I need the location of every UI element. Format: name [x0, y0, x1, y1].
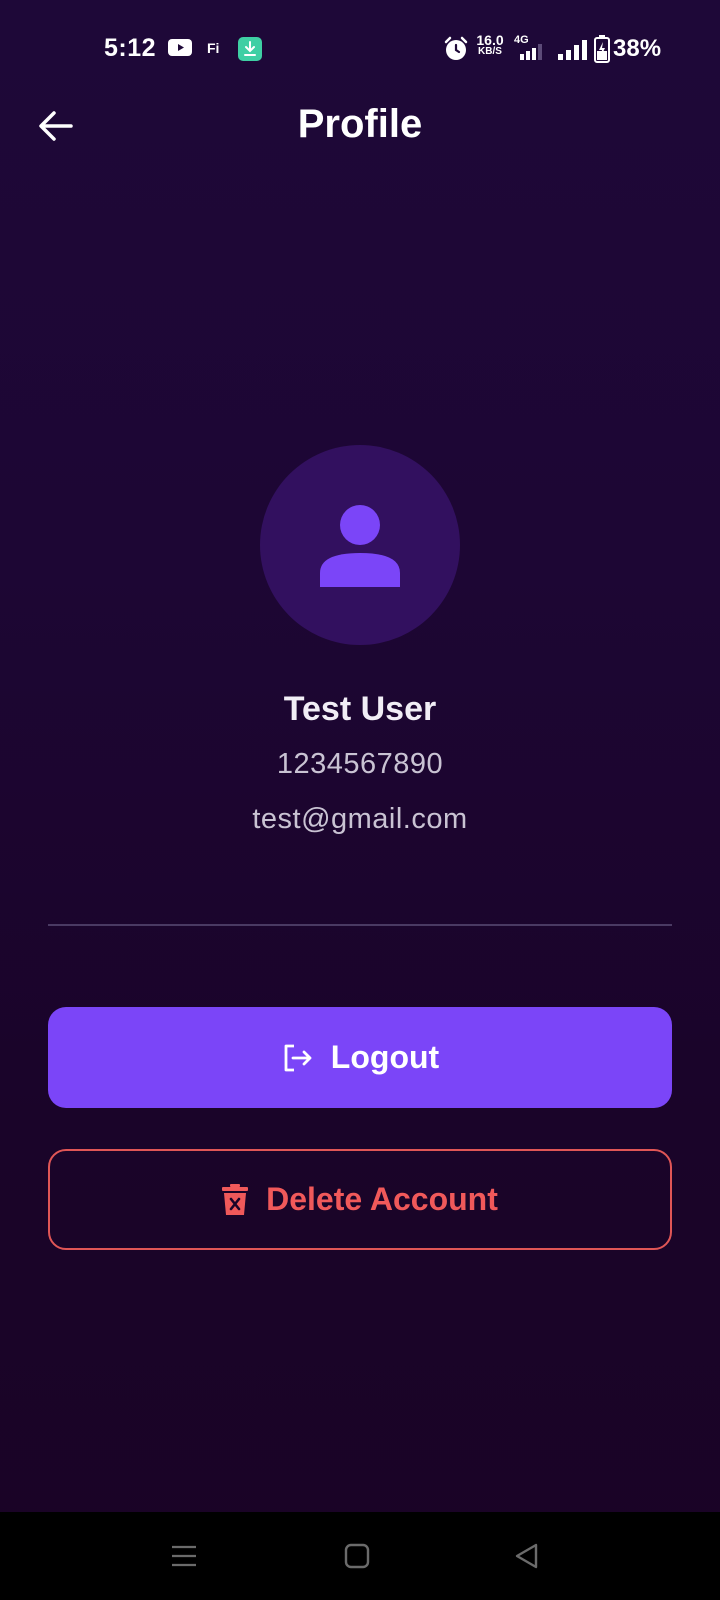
- back-nav-button[interactable]: [505, 1534, 549, 1578]
- net-speed: 16.0 KB/S: [476, 32, 504, 57]
- divider: [48, 924, 672, 926]
- back-triangle-icon: [515, 1543, 538, 1569]
- profile-screen: 5:12 Fi 16.0 KB/S 4G 38% Profile Test Us…: [0, 0, 720, 1600]
- recent-apps-button[interactable]: [162, 1534, 206, 1578]
- battery-charging-icon: [594, 35, 610, 68]
- delete-account-button[interactable]: Delete Account: [48, 1149, 672, 1250]
- person-icon: [320, 505, 400, 587]
- logout-button[interactable]: Logout: [48, 1007, 672, 1108]
- avatar: [260, 445, 460, 645]
- status-time: 5:12: [104, 34, 157, 62]
- profile-email: test@gmail.com: [252, 803, 468, 835]
- fi-app-icon: Fi: [207, 40, 220, 56]
- home-button[interactable]: [335, 1534, 379, 1578]
- trash-icon: [222, 1183, 249, 1215]
- menu-icon: [172, 1545, 196, 1567]
- system-nav-bar: [0, 1512, 720, 1600]
- home-square-icon: [344, 1543, 370, 1569]
- profile-phone: 1234567890: [276, 748, 444, 780]
- status-bar: 5:12 Fi 16.0 KB/S 4G 38%: [0, 0, 720, 96]
- profile-name: Test User: [283, 690, 437, 728]
- signal-icon: [520, 44, 546, 65]
- delete-account-label: Delete Account: [266, 1181, 498, 1217]
- signal-icon: [558, 40, 588, 65]
- battery-percent: 38%: [613, 35, 662, 62]
- alarm-icon: [443, 36, 469, 67]
- logout-icon: [284, 1044, 312, 1071]
- download-icon: [238, 37, 262, 66]
- logout-label: Logout: [330, 1039, 440, 1075]
- youtube-icon: [168, 39, 192, 61]
- page-title: Profile: [297, 102, 423, 146]
